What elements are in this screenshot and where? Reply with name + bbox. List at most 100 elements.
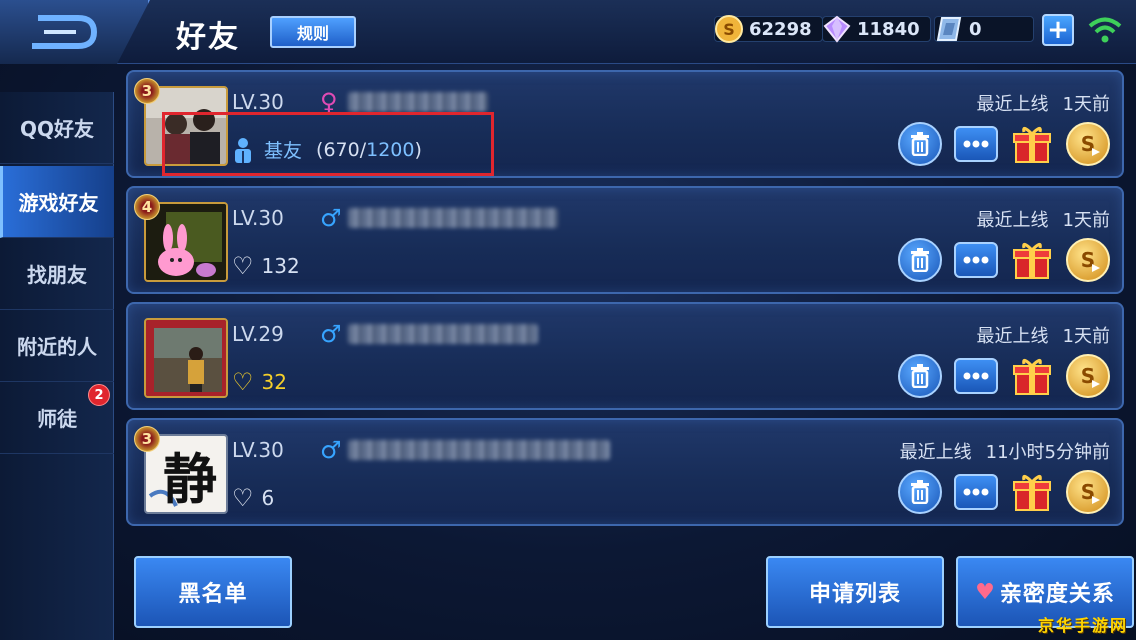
player-level: LV.30 xyxy=(232,206,284,230)
avatar[interactable] xyxy=(144,318,228,398)
friend-card[interactable]: 4 LV.30 ♂ ♡ 132 最近上线 1天前 S xyxy=(126,186,1124,294)
player-name-blurred xyxy=(348,440,610,460)
delete-friend-button[interactable] xyxy=(898,470,942,514)
coin-send-icon: S xyxy=(1081,364,1100,388)
rank-badge: 4 xyxy=(134,194,160,220)
sidebar-item-mentor[interactable]: 师徒 2 xyxy=(0,382,114,454)
gift-button[interactable] xyxy=(1010,238,1054,282)
top-bar: 好友 规则 S 62298 11840 0 + xyxy=(0,0,1136,64)
sidebar-item-qq-friends[interactable]: QQ好友 xyxy=(0,92,114,164)
intimacy-value: 132 xyxy=(261,254,300,278)
intimacy-relations-label: 亲密度关系 xyxy=(999,582,1115,607)
gift-icon xyxy=(1013,127,1051,163)
friend-requests-button[interactable]: 申请列表 xyxy=(766,556,944,628)
sidebar-item-label: QQ好友 xyxy=(19,117,94,141)
svg-text:S: S xyxy=(723,20,735,39)
sidebar-item-find-friends[interactable]: 找朋友 xyxy=(0,238,114,310)
chat-bubble-icon xyxy=(963,372,989,380)
ticket-currency: 0 xyxy=(934,14,1034,44)
hearts-icon: ♥ xyxy=(975,579,996,605)
chat-button[interactable] xyxy=(954,358,998,394)
gift-button[interactable] xyxy=(1010,470,1054,514)
last-online: 最近上线 1天前 xyxy=(976,94,1110,115)
gift-button[interactable] xyxy=(1010,354,1054,398)
avatar-photo xyxy=(146,320,226,396)
rank-badge: 3 xyxy=(134,78,160,104)
chat-button[interactable] xyxy=(954,126,998,162)
coin-send-icon: S xyxy=(1081,248,1100,272)
diamond-icon xyxy=(823,15,851,43)
player-name-blurred xyxy=(348,208,558,228)
friend-actions: S xyxy=(898,122,1110,166)
player-name-blurred xyxy=(348,324,538,344)
intimacy-value: 32 xyxy=(261,370,287,394)
friend-card[interactable]: 3 静 LV.30 ♂ ♡ 6 最近上线 11小时5分钟前 S xyxy=(126,418,1124,526)
chat-bubble-icon xyxy=(963,140,989,148)
blacklist-button[interactable]: 黑名单 xyxy=(134,556,292,628)
send-coin-button[interactable]: S xyxy=(1066,354,1110,398)
male-icon: ♂ xyxy=(320,204,342,232)
last-online: 最近上线 1天前 xyxy=(976,326,1110,347)
sidebar: QQ好友 游戏好友 找朋友 附近的人 师徒 2 xyxy=(0,92,114,640)
male-icon: ♂ xyxy=(320,436,342,464)
gift-icon xyxy=(1013,243,1051,279)
coin-send-icon: S xyxy=(1081,132,1100,156)
male-icon: ♂ xyxy=(320,320,342,348)
watermark: 京华手游网 xyxy=(1037,616,1128,635)
player-name-blurred xyxy=(348,92,488,112)
friend-card[interactable]: 3 LV.30 ♀ 基友 (670/1200) 最近上线 1天前 S xyxy=(126,70,1124,178)
trash-icon xyxy=(911,132,929,156)
last-online: 最近上线 11小时5分钟前 xyxy=(899,442,1110,463)
friend-actions: S xyxy=(898,238,1110,282)
gift-button[interactable] xyxy=(1010,122,1054,166)
player-level: LV.30 xyxy=(232,438,284,462)
gift-icon xyxy=(1013,475,1051,511)
heart-icon: ♡ xyxy=(232,484,254,512)
sidebar-item-nearby[interactable]: 附近的人 xyxy=(0,310,114,382)
chat-bubble-icon xyxy=(963,256,989,264)
rules-button[interactable]: 规则 xyxy=(270,16,356,48)
diamond-currency: 11840 xyxy=(822,14,931,44)
intimacy: ♡ 132 xyxy=(232,252,300,280)
heart-icon: ♡ xyxy=(232,252,254,280)
highlight-box xyxy=(162,112,494,176)
rank-badge: 3 xyxy=(134,426,160,452)
heart-icon: ♡ xyxy=(232,368,254,396)
notification-badge: 2 xyxy=(88,384,110,406)
coin-send-icon: S xyxy=(1081,480,1100,504)
ticket-icon xyxy=(936,17,962,41)
trash-icon xyxy=(911,364,929,388)
send-coin-button[interactable]: S xyxy=(1066,470,1110,514)
friend-actions: S xyxy=(898,470,1110,514)
sidebar-item-game-friends[interactable]: 游戏好友 xyxy=(0,166,114,238)
sidebar-item-label: 游戏好友 xyxy=(18,191,99,215)
trash-icon xyxy=(911,248,929,272)
send-coin-button[interactable]: S xyxy=(1066,122,1110,166)
intimacy: ♡ 6 xyxy=(232,484,274,512)
delete-friend-button[interactable] xyxy=(898,122,942,166)
friend-actions: S xyxy=(898,354,1110,398)
page-title: 好友 xyxy=(176,20,240,55)
gold-currency: S 62298 xyxy=(714,14,823,44)
avatar-cartoon-rabbit xyxy=(146,204,226,280)
trash-icon xyxy=(911,480,929,504)
avatar-glyph: 静 xyxy=(163,447,217,511)
avatar-calligraphy: 静 xyxy=(146,436,226,512)
player-level: LV.30 xyxy=(232,90,284,114)
wifi-icon xyxy=(1088,17,1122,43)
chat-bubble-icon xyxy=(963,488,989,496)
add-currency-button[interactable]: + xyxy=(1042,14,1074,46)
delete-friend-button[interactable] xyxy=(898,238,942,282)
send-coin-button[interactable]: S xyxy=(1066,238,1110,282)
gold-coin-icon: S xyxy=(715,15,743,43)
back-arrow-icon xyxy=(32,15,98,49)
sidebar-item-label: 找朋友 xyxy=(27,263,87,287)
intimacy-value: 6 xyxy=(261,486,275,510)
chat-button[interactable] xyxy=(954,242,998,278)
intimacy: ♡ 32 xyxy=(232,368,287,396)
player-level: LV.29 xyxy=(232,322,284,346)
delete-friend-button[interactable] xyxy=(898,354,942,398)
friend-card[interactable]: LV.29 ♂ ♡ 32 最近上线 1天前 S xyxy=(126,302,1124,410)
back-button[interactable] xyxy=(0,0,150,64)
chat-button[interactable] xyxy=(954,474,998,510)
